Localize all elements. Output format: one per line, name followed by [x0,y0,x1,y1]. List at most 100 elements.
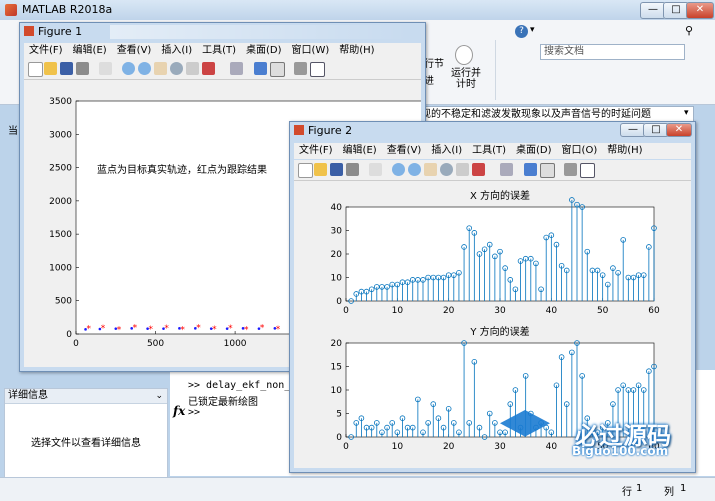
x-tick-label: 40 [546,442,558,452]
y-tick-label: 0 [336,297,342,307]
status-bar: 行 1 列 1 [0,477,715,501]
menu-tools[interactable]: 工具(T) [202,43,236,59]
brush-icon[interactable] [202,62,215,75]
figure1-titlebar[interactable]: Figure 1 [20,23,425,41]
path-dropdown-icon[interactable]: ▾ [684,108,689,118]
menu-insert[interactable]: 插入(I) [431,143,462,159]
command-prompt[interactable]: >> [188,407,200,418]
colorbar-icon[interactable] [254,62,267,75]
data-cursor-icon[interactable] [186,62,199,75]
x-tick-label: 10 [392,306,404,316]
menu-insert[interactable]: 插入(I) [161,43,192,59]
menu-desktop[interactable]: 桌面(D) [516,143,552,159]
tracking-point: * [244,325,249,335]
x-tick-label: 0 [343,442,349,452]
tracking-point: * [212,325,217,335]
dropdown-icon[interactable]: ▾ [530,25,535,35]
link-icon[interactable] [230,62,243,75]
brush-icon[interactable] [472,163,485,176]
menu-window[interactable]: 窗口(W) [292,43,330,59]
main-titlebar: MATLAB R2018a — □ ✕ [0,0,715,21]
menu-file[interactable]: 文件(F) [299,143,333,159]
show-tools-icon[interactable] [580,163,595,178]
figure2-close-button[interactable]: ✕ [666,123,692,137]
y-tick-label: 2500 [49,164,72,174]
rotate-icon[interactable] [440,163,453,176]
open-folder-icon[interactable] [44,62,57,75]
hide-tools-icon[interactable] [564,163,577,176]
print-icon[interactable] [346,163,359,176]
x-tick-label: 0 [73,339,79,349]
y-tick-label: 10 [331,386,343,396]
y-tick-label: 1500 [49,230,72,240]
help-icon[interactable]: ? [515,25,528,38]
search-icon[interactable]: ⚲ [685,24,693,37]
y-tick-label: 15 [331,363,342,373]
zoom-in-icon[interactable] [392,163,405,176]
ribbon-run-section-label[interactable]: 行节 [424,55,444,70]
y-tick-label: 2000 [49,197,72,207]
link-icon[interactable] [500,163,513,176]
y-tick-label: 20 [331,339,343,349]
figure2-titlebar[interactable]: Figure 2 — □ ✕ [290,122,695,140]
pointer-icon[interactable] [99,62,112,75]
new-file-icon[interactable] [28,62,43,77]
data-cursor-icon[interactable] [456,163,469,176]
chevron-down-icon[interactable]: ⌄ [155,389,163,403]
menu-edit[interactable]: 编辑(E) [73,43,107,59]
x-tick-label: 60 [648,306,660,316]
new-file-icon[interactable] [298,163,313,178]
y-tick-label: 30 [331,227,343,237]
close-button[interactable]: ✕ [686,2,714,19]
rotate-icon[interactable] [170,62,183,75]
window-title: MATLAB R2018a [22,3,113,16]
y-tick-label: 3000 [49,130,72,140]
zoom-in-icon[interactable] [122,62,135,75]
details-header[interactable]: 详细信息 ⌄ [5,389,167,404]
zoom-out-icon[interactable] [408,163,421,176]
zoom-out-icon[interactable] [138,62,151,75]
y-tick-label: 1000 [49,263,72,273]
watermark-url: Biguo100.com [572,444,669,458]
tracking-point: * [180,325,185,335]
figure-icon [24,26,34,36]
save-icon[interactable] [60,62,73,75]
open-folder-icon[interactable] [314,163,327,176]
print-icon[interactable] [76,62,89,75]
tracking-point: * [86,324,91,334]
menu-view[interactable]: 查看(V) [387,143,422,159]
run-and-time-button[interactable]: 运行并 计时 [450,68,482,90]
fx-icon[interactable]: fx [173,404,185,418]
legend-icon[interactable] [270,62,285,77]
menu-file[interactable]: 文件(F) [29,43,63,59]
colorbar-icon[interactable] [524,163,537,176]
x-tick-label: 20 [443,306,455,316]
legend-icon[interactable] [540,163,555,178]
menu-help[interactable]: 帮助(H) [339,43,374,59]
menu-tools[interactable]: 工具(T) [472,143,506,159]
status-col-label: 列 [664,487,674,498]
figure1-title: Figure 1 [38,25,83,38]
pan-icon[interactable] [154,62,167,75]
pan-icon[interactable] [424,163,437,176]
search-input[interactable]: 搜索文档 [540,44,685,60]
menu-window[interactable]: 窗口(O) [562,143,598,159]
tracking-point: * [260,324,265,334]
menu-help[interactable]: 帮助(H) [607,143,642,159]
show-tools-icon[interactable] [310,62,325,77]
figure1-toolbar [24,59,421,80]
menu-view[interactable]: 查看(V) [117,43,152,59]
tracking-point: * [276,325,281,335]
left-marker: 当 [8,126,18,137]
pointer-icon[interactable] [369,163,382,176]
y-tick-label: 5 [336,410,342,420]
x-tick-label: 50 [597,306,609,316]
menu-desktop[interactable]: 桌面(D) [246,43,282,59]
save-icon[interactable] [330,163,343,176]
figure2-toolbar [294,160,691,181]
status-col-value: 1 [680,483,687,494]
details-text: 选择文件以查看详细信息 [31,438,141,449]
run-time-icon[interactable] [455,45,473,65]
menu-edit[interactable]: 编辑(E) [343,143,377,159]
hide-tools-icon[interactable] [294,62,307,75]
